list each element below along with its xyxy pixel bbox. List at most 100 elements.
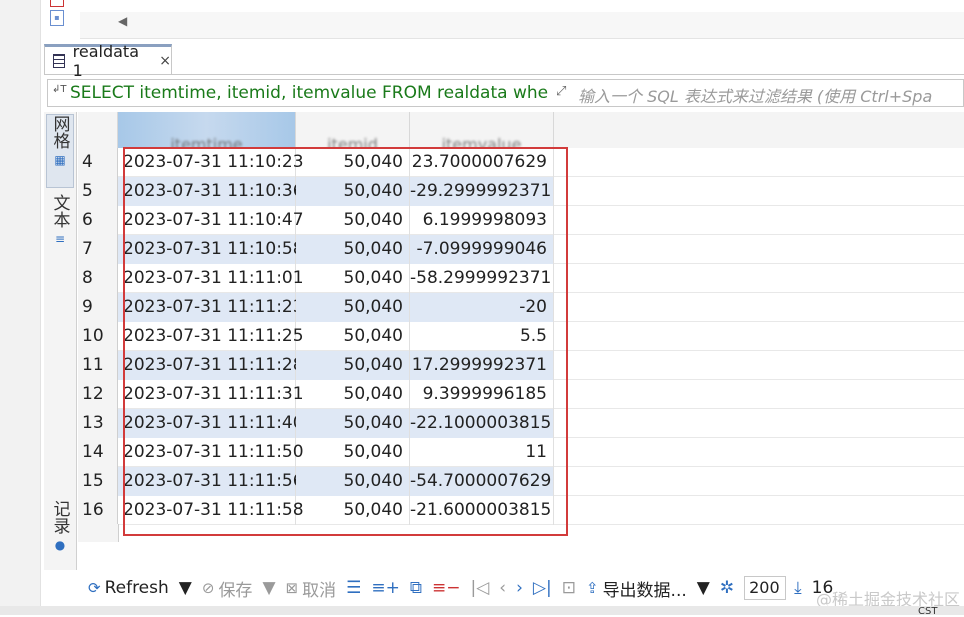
table-row[interactable]: 13 2023-07-31 11:11:40 50,040 -22.100000381…	[78, 409, 964, 438]
cell-itemid[interactable]: 50,040	[296, 438, 410, 467]
row-number[interactable]: 7	[78, 235, 118, 264]
table-row[interactable]: 9 2023-07-31 11:11:23 50,040 -20	[78, 293, 964, 322]
column-header-itemvalue[interactable]: itemvalue	[410, 112, 554, 148]
close-icon[interactable]: ×	[159, 53, 171, 69]
cell-itemvalue[interactable]: -54.7000007629	[410, 467, 554, 496]
cell-itemid[interactable]: 50,040	[296, 293, 410, 322]
save-dropdown[interactable]: ▼	[262, 578, 275, 598]
settings-icon[interactable]: ✲	[720, 578, 734, 598]
cell-itemid[interactable]: 50,040	[296, 351, 410, 380]
table-row[interactable]: 7 2023-07-31 11:10:58 50,040 -7.0999999046	[78, 235, 964, 264]
fetch-all-icon[interactable]: ⊡	[562, 578, 576, 598]
cell-itemvalue[interactable]: 5.5	[410, 322, 554, 351]
cell-itemvalue[interactable]: 17.2999992371	[410, 351, 554, 380]
cell-itemid[interactable]: 50,040	[296, 322, 410, 351]
column-header-itemtime[interactable]: itemtime	[118, 112, 296, 148]
empty-row	[78, 524, 119, 542]
collapse-left-icon[interactable]: ◀	[118, 14, 127, 28]
cell-itemvalue[interactable]: 23.7000007629	[410, 148, 554, 177]
row-number[interactable]: 6	[78, 206, 118, 235]
table-row[interactable]: 15 2023-07-31 11:11:56 50,040 -54.700000762…	[78, 467, 964, 496]
cancel-button[interactable]: ⊠ 取消	[286, 576, 337, 601]
row-number[interactable]: 16	[78, 496, 118, 525]
cell-itemtime[interactable]: 2023-07-31 11:11:50	[118, 438, 304, 467]
cell-itemvalue[interactable]: -58.2999992371	[410, 264, 554, 293]
cell-itemid[interactable]: 50,040	[296, 496, 410, 525]
table-row[interactable]: 16 2023-07-31 11:11:58 50,040 -21.600000381…	[78, 496, 964, 525]
row-number[interactable]: 5	[78, 177, 118, 206]
table-row[interactable]: 10 2023-07-31 11:11:25 50,040 5.5	[78, 322, 964, 351]
save-button[interactable]: ⊘ 保存	[202, 576, 253, 601]
cell-itemvalue[interactable]: -29.2999992371	[410, 177, 554, 206]
cell-itemid[interactable]: 50,040	[296, 409, 410, 438]
cell-itemid[interactable]: 50,040	[296, 380, 410, 409]
table-row[interactable]: 12 2023-07-31 11:11:31 50,040 9.3999996185	[78, 380, 964, 409]
cell-itemid[interactable]: 50,040	[296, 148, 410, 177]
cell-itemid[interactable]: 50,040	[296, 206, 410, 235]
row-number[interactable]: 10	[78, 322, 118, 351]
row-number[interactable]: 12	[78, 380, 118, 409]
cell-itemvalue[interactable]: -7.0999999046	[410, 235, 554, 264]
cell-itemtime[interactable]: 2023-07-31 11:11:23	[118, 293, 304, 322]
first-page-icon[interactable]: |◁	[470, 578, 489, 598]
cell-itemtime[interactable]: 2023-07-31 11:10:23	[118, 148, 304, 177]
results-grid[interactable]: itemtime itemid itemvalue 4 2023-07-31 11…	[78, 112, 964, 570]
filter-input[interactable]: 输入一个 SQL 表达式来过滤结果 (使用 Ctrl+Spa	[578, 83, 932, 107]
limit-input[interactable]: 200	[744, 576, 787, 600]
refresh-button[interactable]: ⟳ Refresh	[88, 578, 169, 598]
copy-row-icon[interactable]: ⧉	[410, 578, 422, 598]
side-tab-text[interactable]: 文本 ≡	[46, 194, 74, 264]
cell-itemtime[interactable]: 2023-07-31 11:10:47	[118, 206, 304, 235]
table-row[interactable]: 8 2023-07-31 11:11:01 50,040 -58.2999992371	[78, 264, 964, 293]
row-number[interactable]: 11	[78, 351, 118, 380]
side-tab-record[interactable]: 记录 ●	[46, 500, 74, 566]
row-number[interactable]: 4	[78, 148, 118, 177]
file-icon[interactable]	[50, 0, 64, 7]
cell-itemvalue[interactable]: -21.6000003815	[410, 496, 554, 525]
refresh-dropdown[interactable]: ▼	[179, 578, 192, 598]
edit-row-icon[interactable]: ☰	[346, 578, 361, 598]
document-icon[interactable]: ▪	[50, 10, 64, 26]
column-header-itemid[interactable]: itemid	[296, 112, 410, 148]
table-row[interactable]: 4 2023-07-31 11:10:23 50,040 23.7000007629	[78, 148, 964, 177]
cell-itemvalue[interactable]: -22.1000003815	[410, 409, 554, 438]
side-tab-grid[interactable]: 网格 ▦	[46, 114, 74, 188]
last-page-icon[interactable]: ▷|	[533, 578, 552, 598]
row-number[interactable]: 9	[78, 293, 118, 322]
cell-itemtime[interactable]: 2023-07-31 11:11:56	[118, 467, 304, 496]
table-row[interactable]: 14 2023-07-31 11:11:50 50,040 11	[78, 438, 964, 467]
cell-itemvalue[interactable]: 11	[410, 438, 554, 467]
expand-icon[interactable]: ⤢	[556, 84, 566, 99]
table-row[interactable]: 5 2023-07-31 11:10:36 50,040 -29.2999992371	[78, 177, 964, 206]
row-number[interactable]: 8	[78, 264, 118, 293]
tab-realdata[interactable]: realdata 1 ×	[44, 42, 172, 80]
cell-itemtime[interactable]: 2023-07-31 11:11:40	[118, 409, 304, 438]
cell-itemid[interactable]: 50,040	[296, 264, 410, 293]
cell-itemvalue[interactable]: 6.1999998093	[410, 206, 554, 235]
cell-itemtime[interactable]: 2023-07-31 11:11:31	[118, 380, 304, 409]
cell-itemtime[interactable]: 2023-07-31 11:10:36	[118, 177, 304, 206]
next-page-icon[interactable]: ›	[516, 578, 523, 598]
cell-itemvalue[interactable]: -20	[410, 293, 554, 322]
table-row[interactable]: 11 2023-07-31 11:11:28 50,040 17.2999992371	[78, 351, 964, 380]
cell-itemvalue[interactable]: 9.3999996185	[410, 380, 554, 409]
export-dropdown[interactable]: ▼	[697, 578, 710, 598]
cell-itemid[interactable]: 50,040	[296, 235, 410, 264]
table-row[interactable]: 6 2023-07-31 11:10:47 50,040 6.1999998093	[78, 206, 964, 235]
record-icon: ●	[54, 538, 66, 552]
row-number[interactable]: 13	[78, 409, 118, 438]
delete-row-icon[interactable]: ≡−	[432, 578, 461, 598]
export-button[interactable]: ⇪ 导出数据...	[586, 576, 687, 601]
cell-itemtime[interactable]: 2023-07-31 11:11:01	[118, 264, 304, 293]
row-number[interactable]: 14	[78, 438, 118, 467]
cell-itemtime[interactable]: 2023-07-31 11:11:28	[118, 351, 304, 380]
row-number[interactable]: 15	[78, 467, 118, 496]
prev-page-icon[interactable]: ‹	[499, 578, 506, 598]
cell-itemtime[interactable]: 2023-07-31 11:11:25	[118, 322, 304, 351]
filter-bar[interactable]: ↲T SELECT itemtime, itemid, itemvalue FR…	[47, 79, 964, 107]
cell-itemtime[interactable]: 2023-07-31 11:11:58	[118, 496, 304, 525]
add-row-icon[interactable]: ≡+	[371, 578, 400, 598]
cell-itemid[interactable]: 50,040	[296, 467, 410, 496]
cell-itemtime[interactable]: 2023-07-31 11:10:58	[118, 235, 304, 264]
cell-itemid[interactable]: 50,040	[296, 177, 410, 206]
